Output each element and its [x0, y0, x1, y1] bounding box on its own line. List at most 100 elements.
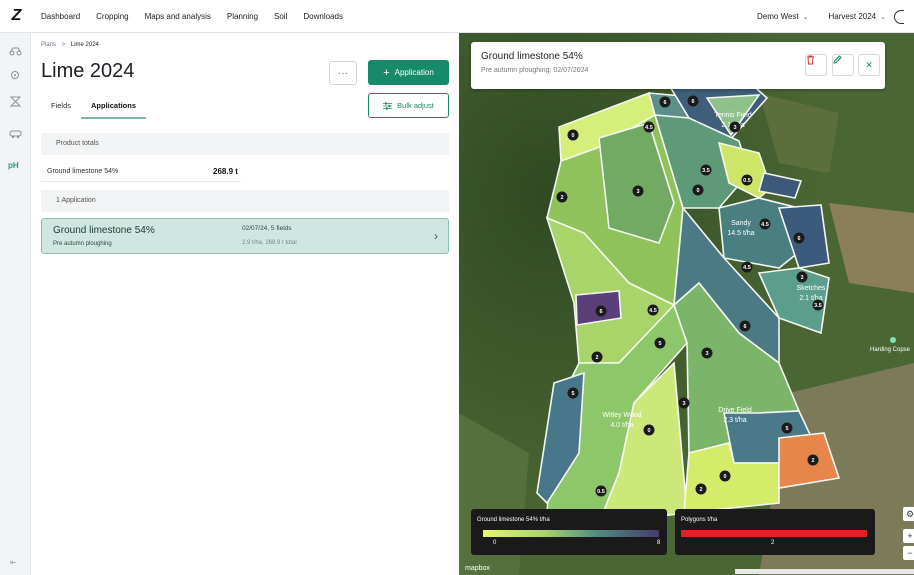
map-view[interactable]: Tennis Field 2.1 t/ha Sandy 14.5 t/ha Sk…	[459, 33, 914, 575]
svg-text:0: 0	[723, 474, 726, 480]
svg-text:6: 6	[743, 324, 746, 330]
zone-value-badge: 0	[567, 129, 579, 141]
svg-text:2: 2	[560, 195, 563, 201]
zone-value-badge: 0	[692, 184, 704, 196]
svg-text:6: 6	[797, 236, 800, 242]
left-rail: pH ⇤	[0, 33, 31, 575]
top-navigation-bar: Z Dashboard Cropping Maps and analysis P…	[0, 0, 914, 33]
svg-text:4.5: 4.5	[645, 125, 653, 131]
zone-value-badge: 5	[781, 422, 793, 434]
legend-color-ramp	[483, 530, 659, 537]
zoom-in-button[interactable]: +	[903, 529, 914, 543]
svg-text:3.5: 3.5	[702, 168, 710, 174]
nav-dashboard[interactable]: Dashboard	[33, 12, 88, 21]
svg-text:5: 5	[571, 391, 574, 397]
application-date-fields: 02/07/24, 5 fields	[242, 225, 292, 232]
map-settings-button[interactable]: ⚙	[903, 507, 914, 521]
breadcrumb-separator: >	[61, 42, 66, 48]
top-right-controls: Demo West ⌄ Harvest 2024 ⌄	[747, 0, 914, 33]
tab-bar: Fields Applications	[41, 93, 147, 119]
satellite-map: Tennis Field 2.1 t/ha Sandy 14.5 t/ha Sk…	[459, 33, 914, 575]
nav-maps-and-analysis[interactable]: Maps and analysis	[137, 12, 219, 21]
product-total-value: 268.9 t	[213, 167, 238, 176]
zone-value-badge: 3	[729, 121, 741, 133]
mapbox-logo[interactable]: mapbox	[465, 565, 490, 572]
application-rate-total: 2.9 t/ha, 268.9 t total	[242, 240, 297, 246]
svg-text:2: 2	[595, 355, 598, 361]
product-total-row: Ground limestone 54% 268.9 t	[41, 162, 241, 182]
zone-value-badge: 5	[654, 337, 666, 349]
svg-text:3.5: 3.5	[814, 303, 822, 309]
product-name: Ground limestone 54%	[47, 168, 119, 175]
zone-value-badge: 2	[556, 191, 568, 203]
field-label-rate: 4.0 t/ha	[610, 422, 633, 429]
breadcrumb-plans-link[interactable]: Plans	[41, 42, 56, 48]
map-attribution-bar	[735, 569, 914, 574]
nav-cropping[interactable]: Cropping	[88, 12, 136, 21]
delete-button[interactable]	[805, 54, 827, 76]
tractor-icon[interactable]	[9, 45, 22, 56]
breadcrumb-current: Lime 2024	[70, 42, 99, 48]
close-button[interactable]: ✕	[858, 54, 880, 76]
bulk-adjust-button[interactable]: Bulk adjust	[368, 93, 449, 118]
zone-value-badge: 3	[632, 185, 644, 197]
field-label-name: Tennis Field	[714, 112, 751, 119]
svg-text:3: 3	[800, 275, 803, 281]
chevron-down-icon: ⌄	[802, 13, 809, 21]
product-totals-header: Product totals	[41, 133, 449, 155]
edit-button[interactable]	[832, 54, 854, 76]
zone-value-badge: 0	[643, 424, 655, 436]
ph-nav-item[interactable]: pH	[8, 161, 19, 170]
svg-text:4.5: 4.5	[761, 222, 769, 228]
more-options-button[interactable]: ···	[329, 61, 357, 85]
field-label-name: Drive Field	[718, 407, 752, 414]
vehicle-icon[interactable]	[9, 128, 22, 139]
zone-value-badge: 4.5	[643, 121, 655, 133]
legend-title: Ground limestone 54% t/ha	[477, 517, 550, 523]
application-info-card: Ground limestone 54% Pre autumn ploughin…	[471, 42, 885, 89]
map-pin-icon[interactable]	[9, 70, 22, 81]
sliders-icon	[383, 101, 393, 110]
svg-text:4.5: 4.5	[649, 308, 657, 314]
zone-value-badge: 5	[567, 387, 579, 399]
farm-select-value: Demo West	[757, 12, 799, 21]
svg-text:5: 5	[658, 341, 661, 347]
zone-value-badge: 0.5	[595, 485, 607, 497]
svg-text:5: 5	[785, 426, 788, 432]
zone-value-badge: 6	[687, 95, 699, 107]
harvest-select[interactable]: Harvest 2024 ⌄	[819, 9, 914, 24]
application-product: Ground limestone 54%	[53, 225, 155, 236]
help-icon[interactable]	[894, 9, 904, 24]
application-card[interactable]: Ground limestone 54% Pre autumn ploughin…	[41, 218, 449, 254]
add-application-label: Application	[394, 68, 434, 77]
zoom-out-button[interactable]: −	[903, 546, 914, 560]
place-label: Harding Copse	[870, 347, 911, 353]
field-label-name: Sandy	[731, 220, 751, 227]
nav-soil[interactable]: Soil	[266, 12, 295, 21]
nav-planning[interactable]: Planning	[219, 12, 266, 21]
nav-downloads[interactable]: Downloads	[295, 12, 351, 21]
zone-value-badge: 3	[701, 347, 713, 359]
zone-value-badge: 2	[807, 454, 819, 466]
tab-fields[interactable]: Fields	[41, 93, 81, 119]
farm-select[interactable]: Demo West ⌄	[747, 12, 819, 21]
row-divider	[41, 181, 241, 182]
zone-value-badge: 6	[739, 320, 751, 332]
legend-title: Polygons t/ha	[681, 517, 718, 523]
breadcrumb: Plans > Lime 2024	[41, 42, 99, 48]
collapse-sidebar-icon[interactable]: ⇤	[10, 558, 17, 567]
svg-text:3: 3	[636, 189, 639, 195]
zone-value-badge: 3.5	[812, 299, 824, 311]
svg-text:3: 3	[705, 351, 708, 357]
tab-applications[interactable]: Applications	[81, 93, 147, 119]
bulk-adjust-label: Bulk adjust	[397, 101, 434, 110]
zone-value-badge: 6	[595, 305, 607, 317]
zone-value-badge: 4.5	[647, 304, 659, 316]
field-label-rate: 2.3 t/ha	[723, 417, 746, 424]
app-logo[interactable]: Z	[0, 0, 33, 33]
hourglass-icon[interactable]	[9, 96, 22, 107]
zone-value-badge: 2	[591, 351, 603, 363]
svg-text:2: 2	[699, 487, 702, 493]
add-application-button[interactable]: + Application	[368, 60, 449, 85]
zone-value-badge: 2	[695, 483, 707, 495]
